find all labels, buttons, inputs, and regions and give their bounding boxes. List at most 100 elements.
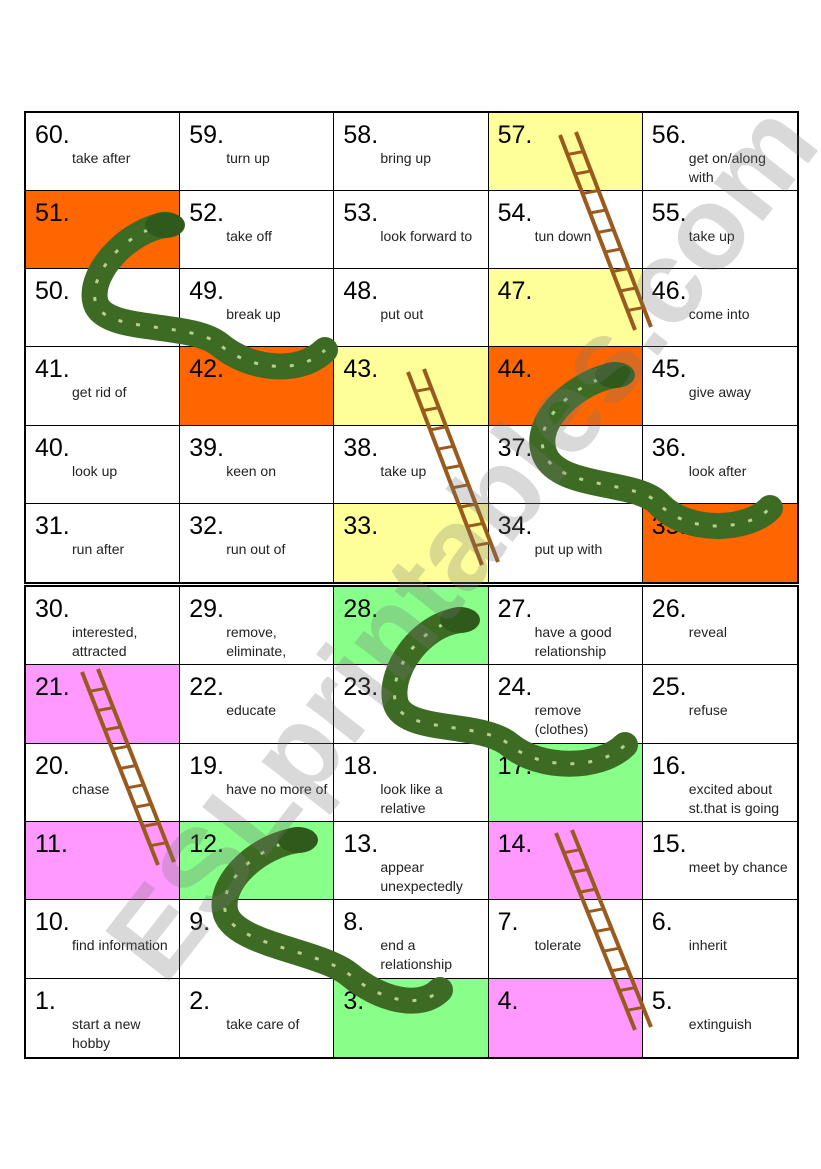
phrasal-verb-meaning: interested, attracted <box>72 624 138 659</box>
square-number: 58. <box>343 121 379 149</box>
square-number: 20. <box>35 751 70 780</box>
phrasal-verb-meaning: bring up <box>380 150 431 166</box>
square-58: 58. bring up <box>334 113 489 192</box>
phrasal-verb-meaning: look after <box>688 462 747 479</box>
square-number: 24. <box>497 673 533 702</box>
square-39: 39. keen on <box>180 425 335 504</box>
phrasal-verb-meaning: look forward to <box>380 228 473 245</box>
square-number: 60. <box>35 121 70 149</box>
square-number: 3. <box>343 986 365 1015</box>
square-number: 11. <box>35 830 68 858</box>
phrasal-verb-meaning: give away <box>688 384 752 401</box>
phrasal-verb-meaning: take after <box>72 150 131 166</box>
square-31: 31. run after <box>26 503 181 582</box>
phrasal-verb-meaning: start a new hobby <box>72 1015 141 1051</box>
phrasal-verb-meaning: get rid of <box>72 384 127 401</box>
phrasal-verb-meaning: turn up <box>226 150 270 166</box>
square-number: 56. <box>651 121 687 149</box>
square-42: 42. <box>180 347 335 426</box>
square-number: 38. <box>343 433 379 462</box>
phrasal-verb-meaning: run after <box>72 540 125 557</box>
square-number: 16. <box>651 751 687 780</box>
square-32: 32. run out of <box>180 503 335 582</box>
phrasal-verb-meaning: have a good relationship <box>534 624 612 659</box>
square-number: 50. <box>35 277 70 306</box>
square-number: 49. <box>189 277 224 306</box>
square-number: 17. <box>497 751 533 780</box>
square-25: 25. refuse <box>642 665 797 744</box>
square-17: 17. <box>488 743 643 822</box>
square-number: 35. <box>651 511 687 540</box>
square-60: 60. take after <box>26 113 181 192</box>
square-number: 31. <box>35 511 70 540</box>
square-number: 53. <box>343 199 379 228</box>
square-43: 43. <box>334 347 489 426</box>
square-number: 43. <box>343 355 379 384</box>
square-49: 49. break up <box>180 269 335 348</box>
square-number: 48. <box>343 277 379 306</box>
phrasal-verb-meaning: put up with <box>534 540 603 557</box>
square-number: 59. <box>189 121 224 149</box>
square-59: 59. turn up <box>180 113 335 192</box>
square-number: 21. <box>35 673 70 702</box>
square-number: 8. <box>343 908 365 937</box>
square-41: 41. get rid of <box>26 347 181 426</box>
square-13: 13. appear unexpectedly <box>334 822 489 901</box>
phrasal-verb-meaning: break up <box>226 306 281 323</box>
square-number: 52. <box>189 199 224 228</box>
phrasal-verb-meaning: take care of <box>226 1015 300 1032</box>
phrasal-verb-meaning: inherit <box>688 937 727 954</box>
square-number: 13. <box>343 830 379 858</box>
square-35: 35. <box>642 503 797 582</box>
square-number: 30. <box>35 595 70 623</box>
square-15: 15. meet by chance <box>642 822 797 901</box>
square-2: 2. take care of <box>180 978 335 1057</box>
square-number: 26. <box>651 595 687 623</box>
square-48: 48. put out <box>334 269 489 348</box>
square-number: 25. <box>651 673 687 702</box>
square-8: 8. end a relationship <box>334 900 489 979</box>
square-number: 6. <box>651 908 673 937</box>
phrasal-verb-meaning: extinguish <box>688 1015 752 1032</box>
square-50: 50. <box>26 269 181 348</box>
square-4: 4. <box>488 978 643 1057</box>
square-30: 30. interested, attracted <box>26 587 181 666</box>
phrasal-verb-meaning: chase <box>72 780 110 797</box>
square-number: 42. <box>189 355 224 384</box>
square-3: 3. <box>334 978 489 1057</box>
square-number: 14. <box>497 830 533 858</box>
square-number: 54. <box>497 199 533 228</box>
square-number: 40. <box>35 433 70 462</box>
phrasal-verb-meaning: look up <box>72 462 118 479</box>
phrasal-verb-meaning: appear unexpectedly <box>380 859 463 894</box>
phrasal-verb-meaning: take off <box>226 228 272 245</box>
square-number: 5. <box>651 986 673 1015</box>
phrasal-verb-meaning: end a relationship <box>380 937 452 973</box>
square-number: 7. <box>497 908 519 937</box>
square-53: 53. look forward to <box>334 191 489 270</box>
square-20: 20. chase <box>26 743 181 822</box>
phrasal-verb-meaning: reveal <box>688 624 727 640</box>
phrasal-verb-meaning: look like a relative <box>380 780 443 816</box>
square-51: 51. <box>26 191 181 270</box>
square-number: 36. <box>651 433 687 462</box>
square-number: 41. <box>35 355 70 384</box>
square-number: 22. <box>189 673 224 702</box>
square-number: 4. <box>497 986 519 1015</box>
phrasal-verb-meaning: keen on <box>226 462 277 479</box>
square-40: 40. look up <box>26 425 181 504</box>
square-36: 36. look after <box>642 425 797 504</box>
phrasal-verb-meaning: meet by chance <box>688 859 788 875</box>
square-number: 32. <box>189 511 224 540</box>
square-24: 24. remove (clothes) <box>488 665 643 744</box>
square-5: 5. extinguish <box>642 978 797 1057</box>
phrasal-verb-meaning: tolerate <box>534 937 582 954</box>
square-26: 26. reveal <box>642 587 797 666</box>
square-16: 16.excited about st.that is going to hap… <box>642 743 797 835</box>
phrasal-verb-meaning: remove (clothes) <box>534 702 589 738</box>
square-number: 10. <box>35 908 70 937</box>
square-6: 6. inherit <box>642 900 797 979</box>
square-number: 29. <box>189 595 224 623</box>
square-number: 39. <box>189 433 224 462</box>
phrasal-verb-meaning: put out <box>380 306 424 323</box>
